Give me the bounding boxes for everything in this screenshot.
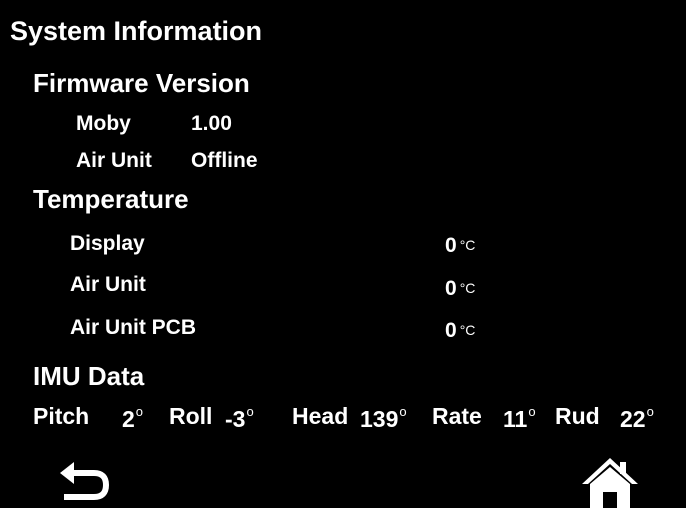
imu-rud-value: 22o: [620, 405, 654, 431]
temp-air-unit-value: 0 °C: [445, 278, 475, 299]
imu-rate-label: Rate: [432, 403, 482, 429]
back-arrow-icon: [60, 462, 109, 500]
moby-version-value: 1.00: [191, 112, 232, 135]
home-button[interactable]: [578, 456, 642, 508]
degree-symbol: o: [528, 404, 536, 419]
imu-head-label: Head: [292, 403, 349, 429]
temperature-heading: Temperature: [33, 184, 189, 214]
air-unit-label: Air Unit: [76, 149, 152, 172]
temp-air-unit-pcb-label: Air Unit PCB: [70, 316, 196, 339]
degree-symbol: o: [646, 404, 654, 419]
imu-roll-label: Roll: [169, 403, 213, 429]
imu-pitch-label: Pitch: [33, 403, 90, 429]
temp-unit: °C: [459, 280, 476, 296]
moby-label: Moby: [76, 112, 131, 135]
imu-roll-value: -3o: [225, 405, 254, 431]
temp-air-unit-pcb-number: 0: [445, 319, 457, 342]
degree-symbol: o: [246, 404, 254, 419]
temp-display-number: 0: [445, 234, 457, 257]
temp-air-unit-pcb-value: 0 °C: [445, 320, 475, 341]
imu-heading: IMU Data: [33, 361, 145, 391]
temp-air-unit-label: Air Unit: [70, 273, 146, 296]
imu-rate-number: 11: [503, 406, 528, 432]
temp-air-unit-number: 0: [445, 277, 457, 300]
temp-unit: °C: [459, 237, 476, 253]
temp-display-label: Display: [70, 232, 145, 255]
page-title: System Information: [10, 16, 263, 46]
imu-rud-number: 22: [620, 406, 646, 432]
imu-rud-label: Rud: [555, 403, 600, 429]
imu-head-number: 139: [360, 406, 399, 432]
degree-symbol: o: [135, 404, 144, 419]
degree-symbol: o: [399, 404, 407, 419]
temp-display-value: 0 °C: [445, 235, 475, 256]
air-unit-version-value: Offline: [191, 149, 258, 172]
firmware-heading: Firmware Version: [33, 68, 250, 98]
back-button[interactable]: [54, 458, 118, 508]
imu-head-value: 139o: [360, 405, 407, 431]
imu-pitch-number: 2: [122, 406, 135, 432]
imu-roll-number: -3: [225, 406, 246, 432]
temp-unit: °C: [459, 322, 476, 338]
home-icon: [582, 458, 638, 508]
imu-rate-value: 11o: [503, 405, 536, 431]
imu-pitch-value: 2o: [122, 405, 143, 431]
